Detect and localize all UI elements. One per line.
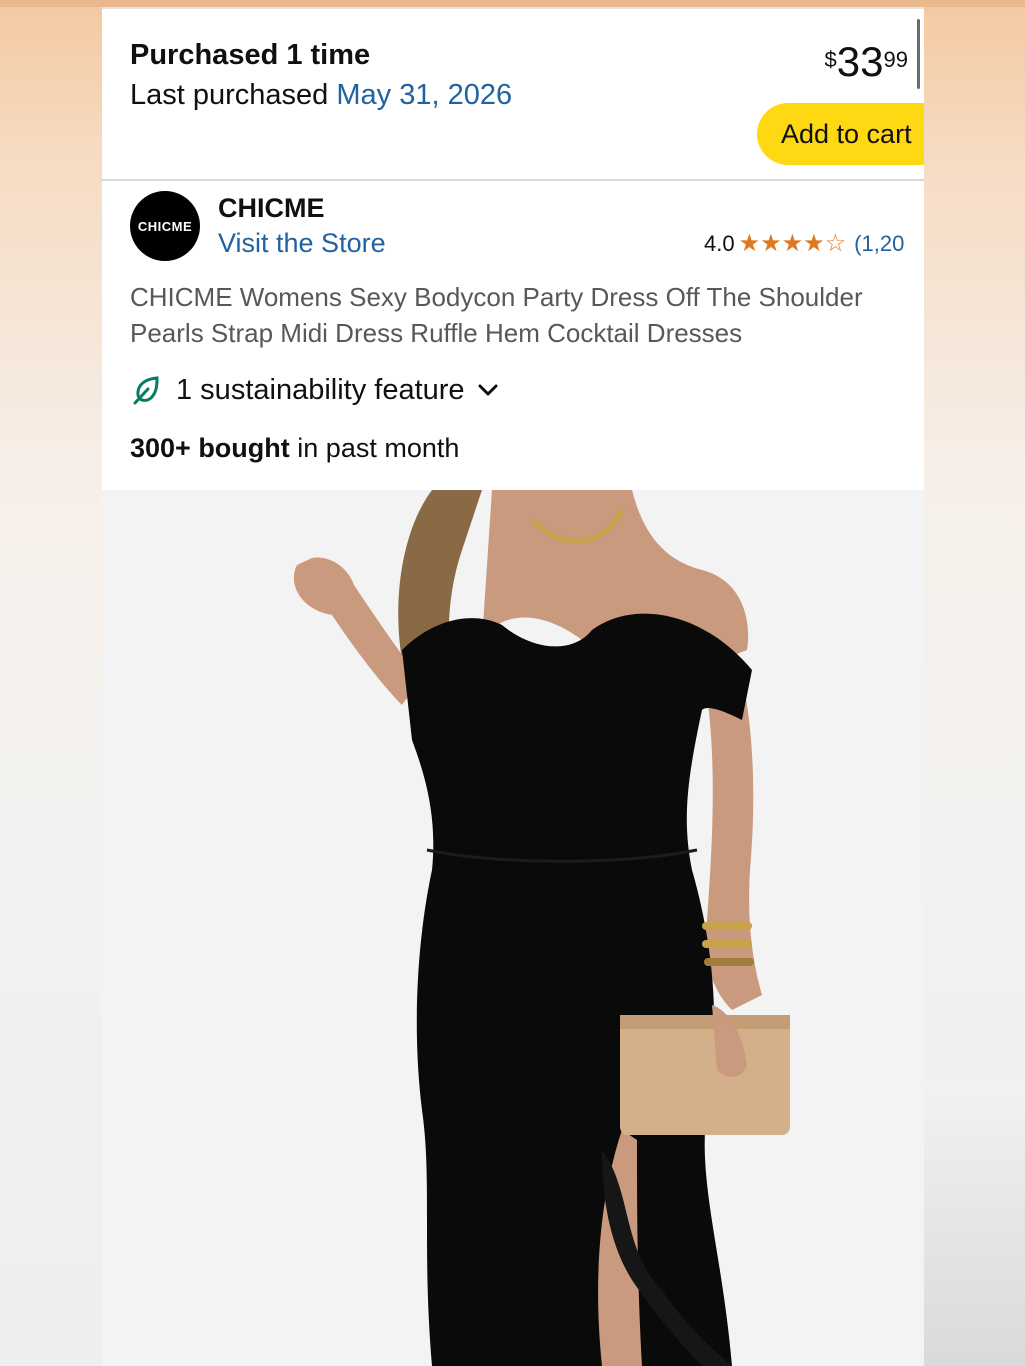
product-title: CHICME Womens Sexy Bodycon Party Dress O…: [130, 282, 863, 348]
visit-store-link[interactable]: Visit the Store: [218, 228, 386, 259]
product-image[interactable]: [102, 490, 924, 1366]
top-strip: [0, 0, 1025, 7]
review-count-link[interactable]: (1,20: [854, 231, 904, 257]
add-to-cart-button[interactable]: Add to cart: [757, 103, 924, 165]
background-edge: [924, 1080, 1025, 1366]
last-purchased-label: Last purchased: [130, 79, 337, 111]
star-empty-icon: ☆: [824, 230, 847, 257]
star-full-icon: ★: [738, 230, 761, 257]
brand-logo[interactable]: CHICME: [130, 191, 200, 261]
price: $ 33 99: [825, 41, 908, 83]
bought-count: 300+ bought: [130, 433, 290, 463]
bought-past-month: 300+ bought in past month: [130, 433, 459, 464]
sustainability-feature-toggle[interactable]: 1 sustainability feature: [130, 373, 501, 407]
star-full-icon: ★: [781, 230, 804, 257]
star-full-icon: ★: [803, 230, 825, 257]
price-whole: 33: [836, 38, 884, 85]
chevron-down-icon: [478, 384, 498, 396]
sustainability-label: 1 sustainability feature: [176, 373, 465, 406]
last-purchased-date-link[interactable]: May 31, 2026: [336, 79, 512, 111]
price-fraction: 99: [883, 47, 908, 72]
brand-name: CHICME: [218, 193, 325, 223]
purchased-count: Purchased 1 time: [130, 39, 371, 71]
divider: [102, 179, 924, 181]
rating-value: 4.0: [704, 231, 735, 256]
product-photo: [102, 490, 924, 1366]
bought-period: in past month: [289, 433, 460, 463]
rating-summary[interactable]: 4.0 ★ ★ ★ ★ ☆ (1,20: [704, 231, 904, 257]
purchase-history-card: Purchased 1 time Last purchased May 31, …: [102, 7, 924, 179]
last-purchased: Last purchased May 31, 2026: [130, 79, 512, 112]
star-rating: ★ ★ ★ ★ ☆: [739, 232, 847, 256]
scrollbar[interactable]: [917, 19, 920, 89]
leaf-icon: [133, 376, 159, 405]
product-panel: Purchased 1 time Last purchased May 31, …: [102, 7, 924, 1366]
star-full-icon: ★: [760, 230, 782, 257]
price-symbol: $: [824, 47, 837, 72]
